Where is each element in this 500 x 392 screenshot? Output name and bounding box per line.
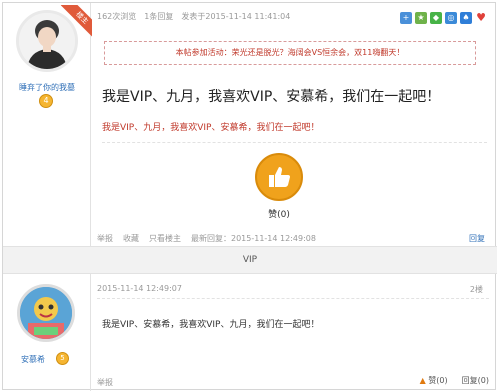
like-action[interactable]: ▲ 赞(0) <box>420 375 448 386</box>
owner-ribbon: 楼主 <box>60 5 92 37</box>
author-sidebar-2: 安慕希 5 <box>3 274 91 391</box>
reply-button[interactable]: 回复 <box>469 233 485 244</box>
username-link[interactable]: 安慕希 <box>21 354 45 365</box>
thread-frame: 楼主 睡弃了你的我墓 4 162次浏览 1条回复 发表于2015-11-14 1… <box>2 2 497 391</box>
view-count: 162次浏览 <box>97 12 137 21</box>
reply-count: 1条回复 <box>144 12 174 21</box>
post-1: 楼主 睡弃了你的我墓 4 162次浏览 1条回复 发表于2015-11-14 1… <box>3 3 497 246</box>
wechat-icon[interactable]: ◆ <box>430 12 442 24</box>
post-content-text: 我是VIP、安慕希，我喜欢VIP、九月，我们在一起吧！ <box>102 320 320 330</box>
post-2: 安慕希 5 2015-11-14 12:49:07 2楼 我是VIP、安慕希，我… <box>3 274 497 391</box>
post-content-text: 我是VIP、九月，我喜欢VIP、安慕希，我们在一起吧！ <box>102 123 320 133</box>
heart-icon[interactable]: ♥ <box>475 12 487 24</box>
vip-divider-bar: VIP <box>3 246 497 274</box>
report-link[interactable]: 举报 <box>97 233 113 244</box>
avatar[interactable] <box>17 284 75 342</box>
divider <box>102 142 487 143</box>
only-owner-link[interactable]: 只看楼主 <box>149 233 181 244</box>
plus-icon[interactable]: + <box>400 12 412 24</box>
post-actions: ▲ 赞(0) 回复(0) <box>420 375 489 386</box>
author-sidebar-1: 楼主 睡弃了你的我墓 4 <box>3 3 92 246</box>
like-count: 赞(0) <box>428 376 448 385</box>
reply-button[interactable]: 回复(0) <box>462 375 489 386</box>
share-toolbar: + ★ ◆ ◎ ♠ ♥ <box>400 12 487 24</box>
divider <box>97 298 489 299</box>
post-body-2: 2015-11-14 12:49:07 2楼 我是VIP、安慕希，我喜欢VIP、… <box>92 274 497 391</box>
post-time: 2015-11-14 12:49:07 <box>97 284 182 293</box>
favorite-link[interactable]: 收藏 <box>123 233 139 244</box>
post-title-text: 我是VIP、九月，我喜欢VIP、安慕希，我们在一起吧！ <box>102 89 441 105</box>
post-body-1: 162次浏览 1条回复 发表于2015-11-14 11:41:04 + ★ ◆… <box>92 3 497 246</box>
level-badge: 5 <box>56 352 69 365</box>
like-count: 赞(0) <box>268 210 290 220</box>
avatar-image <box>20 287 72 339</box>
level-badge: 4 <box>39 94 53 108</box>
post-time: 发表于2015-11-14 11:41:04 <box>181 12 291 21</box>
post-footer: 举报 收藏 只看楼主 最新回复：2015-11-14 12:49:08 <box>97 233 316 244</box>
qq-icon[interactable]: ♠ <box>460 12 472 24</box>
like-button[interactable] <box>255 153 303 201</box>
owner-ribbon-label: 楼主 <box>60 5 92 37</box>
thumbs-up-icon <box>269 167 290 187</box>
activity-notice[interactable]: 本帖参加活动：荣光还是脱光？海阔会VS恒余会，双11嗨翻天！ <box>104 41 476 65</box>
star-icon[interactable]: ★ <box>415 12 427 24</box>
floor-number: 2楼 <box>469 285 483 294</box>
username-link[interactable]: 睡弃了你的我墓 <box>3 82 91 93</box>
weibo-icon[interactable]: ◎ <box>445 12 457 24</box>
report-link[interactable]: 举报 <box>97 377 113 388</box>
thumb-up-icon: ▲ <box>419 376 426 385</box>
post-meta: 162次浏览 1条回复 发表于2015-11-14 11:41:04 <box>97 11 290 22</box>
latest-reply-time: 最新回复：2015-11-14 12:49:08 <box>191 234 316 243</box>
